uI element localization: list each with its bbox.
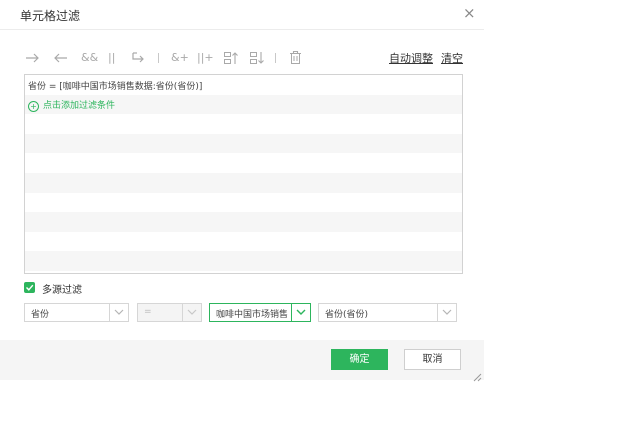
condition-row [25, 153, 462, 173]
dataset-field-select[interactable]: 省份(省份) [318, 303, 457, 322]
multi-source-label: 多源过滤 [42, 285, 82, 296]
chevron-down-icon[interactable] [437, 304, 456, 321]
toolbar-separator [275, 53, 276, 63]
cancel-button[interactable]: 取消 [404, 349, 461, 370]
dialog-title: 单元格过滤 [20, 9, 81, 23]
condition-row [25, 232, 462, 252]
condition-row [25, 114, 462, 134]
condition-list[interactable]: 省份 = [咖啡中国市场销售数据:省份(省份)] + 点击添加过滤条件 [24, 74, 463, 274]
toolbar-separator [158, 53, 159, 63]
close-icon[interactable]: × [463, 4, 476, 22]
dataset-select[interactable]: 咖啡中国市场销售 [209, 303, 311, 322]
dialog-footer: 确定 取消 [0, 340, 484, 380]
field-select[interactable]: 省份 [24, 303, 129, 322]
field-select-value: 省份 [31, 310, 50, 320]
condition-row [25, 271, 462, 273]
add-condition-link[interactable]: + 点击添加过滤条件 [28, 98, 115, 112]
add-and-icon[interactable]: &+ [171, 48, 189, 68]
condition-row [25, 133, 462, 154]
cell-filter-dialog: 单元格过滤 × && || &+ ||+ 自动调整 清空 省份 = [咖啡中国市… [0, 0, 484, 382]
condition-row [25, 212, 462, 232]
add-condition-label: 点击添加过滤条件 [43, 101, 116, 111]
and-icon[interactable]: && [81, 48, 98, 68]
operator-select-value: = [144, 307, 152, 317]
or-icon[interactable]: || [108, 48, 115, 68]
resize-handle-icon[interactable] [472, 367, 482, 386]
arrow-right-icon[interactable] [25, 52, 40, 64]
add-circle-icon: + [28, 101, 39, 112]
auto-adjust-link[interactable]: 自动调整 [389, 50, 433, 66]
operator-select[interactable]: = [137, 303, 202, 322]
condition-row [25, 251, 462, 271]
condition-row [25, 172, 462, 193]
indent-icon[interactable] [131, 51, 146, 65]
move-up-icon[interactable] [223, 50, 239, 66]
ok-button[interactable]: 确定 [331, 349, 388, 370]
chevron-down-icon[interactable] [182, 304, 201, 321]
delete-icon[interactable] [289, 50, 302, 65]
chevron-down-icon[interactable] [109, 304, 128, 321]
filter-expression[interactable]: 省份 = [咖啡中国市场销售数据:省份(省份)] [28, 79, 202, 92]
dialog-titlebar: 单元格过滤 × [0, 0, 484, 30]
clear-link[interactable]: 清空 [441, 50, 463, 66]
condition-row [25, 193, 462, 213]
move-down-icon[interactable] [249, 50, 265, 66]
multi-source-checkbox[interactable] [24, 282, 35, 293]
chevron-down-icon[interactable] [291, 304, 310, 321]
dataset-select-value: 咖啡中国市场销售 [216, 310, 289, 320]
arrow-left-icon[interactable] [53, 52, 68, 64]
condition-toolbar: && || &+ ||+ 自动调整 清空 [25, 48, 463, 68]
add-or-icon[interactable]: ||+ [197, 48, 214, 68]
dataset-field-select-value: 省份(省份) [325, 310, 369, 320]
